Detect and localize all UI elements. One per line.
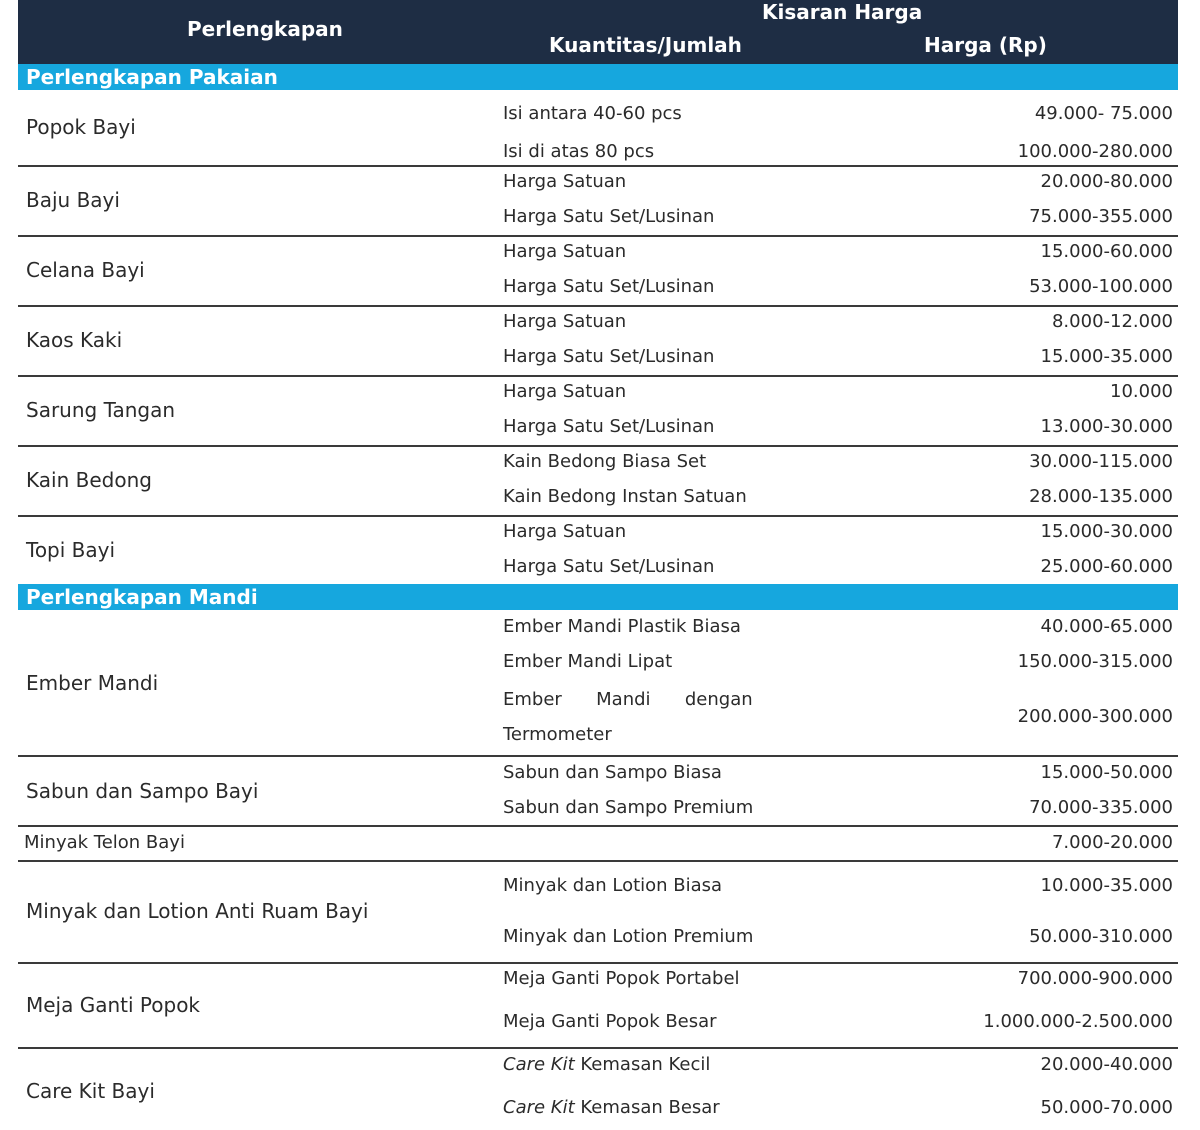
price-value: 25.000-60.000 [1040,556,1173,577]
row-divider [18,860,1178,862]
price-value: 200.000-300.000 [1017,706,1173,727]
price-value: 15.000-30.000 [1040,521,1173,542]
item-name: Kain Bedong [26,468,152,492]
sub-label: Sabun dan Sampo Biasa [503,762,722,783]
sub-label: Sabun dan Sampo Premium [503,797,754,818]
price-value: 30.000-115.000 [1029,451,1173,472]
sub-label: Kain Bedong Biasa Set [503,451,707,472]
row-divider [18,375,1178,377]
price-value: 75.000-355.000 [1029,206,1173,227]
sub-label: Isi di atas 80 pcs [503,141,655,162]
item-name: Baju Bayi [26,188,120,212]
section-title: Perlengkapan Pakaian [26,65,278,89]
sub-label: Harga Satuan [503,241,627,262]
sub-label: Meja Ganti Popok Besar [503,1011,717,1032]
sub-label: Harga Satu Set/Lusinan [503,206,715,227]
item-name: Minyak dan Lotion Anti Ruam Bayi [26,899,369,923]
sub-label-italic: Care Kit [503,1054,575,1075]
price-value: 10.000-35.000 [1040,875,1173,896]
item-name: Sabun dan Sampo Bayi [26,779,259,803]
item-name: Care Kit Bayi [26,1079,155,1103]
header-item-column: Perlengkapan [187,17,343,41]
price-value: 50.000-70.000 [1040,1097,1173,1118]
row-divider [18,165,1178,167]
sub-label: Harga Satu Set/Lusinan [503,416,715,437]
row-divider [18,235,1178,237]
sub-label: Minyak dan Lotion Premium [503,926,754,947]
price-value: 15.000-60.000 [1040,241,1173,262]
item-name: Meja Ganti Popok [26,993,201,1017]
section-header-bath: Perlengkapan Mandi [18,584,1178,610]
sub-label: Ember Mandi Lipat [503,651,673,672]
row-divider [18,515,1178,517]
sub-label-rest: Kemasan Kecil [574,1054,711,1075]
price-value: 13.000-30.000 [1040,416,1173,437]
sub-label: Care Kit Kemasan Besar [503,1097,720,1118]
price-value: 20.000-40.000 [1040,1054,1173,1075]
sub-label: Meja Ganti Popok Portabel [503,968,740,989]
item-name: Ember Mandi [26,671,159,695]
sub-label: Harga Satu Set/Lusinan [503,346,715,367]
price-value: 15.000-35.000 [1040,346,1173,367]
price-value: 49.000- 75.000 [1034,103,1173,124]
price-value: 20.000-80.000 [1040,171,1173,192]
section-title: Perlengkapan Mandi [26,585,258,609]
row-divider [18,305,1178,307]
price-value: 70.000-335.000 [1029,797,1173,818]
sub-label: Kain Bedong Instan Satuan [503,486,747,507]
header-price-range-group: Kisaran Harga [762,0,923,24]
sub-label: Harga Satuan [503,171,627,192]
price-value: 10.000 [1110,381,1173,402]
item-name: Celana Bayi [26,258,145,282]
sub-label: Harga Satuan [503,381,627,402]
price-value: 40.000-65.000 [1040,616,1173,637]
price-value: 50.000-310.000 [1029,926,1173,947]
sub-label-continued: Termometer [503,724,612,745]
sub-label: Harga Satu Set/Lusinan [503,276,715,297]
item-name: Minyak Telon Bayi [24,832,185,853]
row-divider [18,825,1178,827]
sub-label: Harga Satu Set/Lusinan [503,556,715,577]
sub-label: Isi antara 40-60 pcs [503,103,682,124]
price-value: 150.000-315.000 [1017,651,1173,672]
sub-label: Ember Mandi Plastik Biasa [503,616,741,637]
item-name: Popok Bayi [26,115,136,139]
price-value: 100.000-280.000 [1017,141,1173,162]
price-value: 7.000-20.000 [1051,832,1173,853]
header-price-column: Harga (Rp) [924,33,1047,57]
table-header: Perlengkapan Kisaran Harga Kuantitas/Jum… [18,0,1178,64]
header-quantity-column: Kuantitas/Jumlah [549,33,742,57]
row-divider [18,755,1178,757]
sub-label: Minyak dan Lotion Biasa [503,875,723,896]
sub-label: Harga Satuan [503,311,627,332]
sub-label-rest: Kemasan Besar [574,1097,720,1118]
sub-label: Harga Satuan [503,521,627,542]
item-name: Sarung Tangan [26,398,176,422]
row-divider [18,962,1178,964]
item-name: Kaos Kaki [26,328,123,352]
price-value: 15.000-50.000 [1040,762,1173,783]
item-name: Topi Bayi [26,538,116,562]
price-value: 53.000-100.000 [1029,276,1173,297]
section-header-clothing: Perlengkapan Pakaian [18,64,1178,90]
row-divider [18,1047,1178,1049]
price-value: 8.000-12.000 [1051,311,1173,332]
sub-label: Care Kit Kemasan Kecil [503,1054,710,1075]
price-value: 1.000.000-2.500.000 [983,1011,1173,1032]
sub-label-italic: Care Kit [503,1097,575,1118]
row-divider [18,445,1178,447]
sub-label: Ember Mandi dengan [503,689,753,710]
price-value: 700.000-900.000 [1017,968,1173,989]
price-value: 28.000-135.000 [1029,486,1173,507]
